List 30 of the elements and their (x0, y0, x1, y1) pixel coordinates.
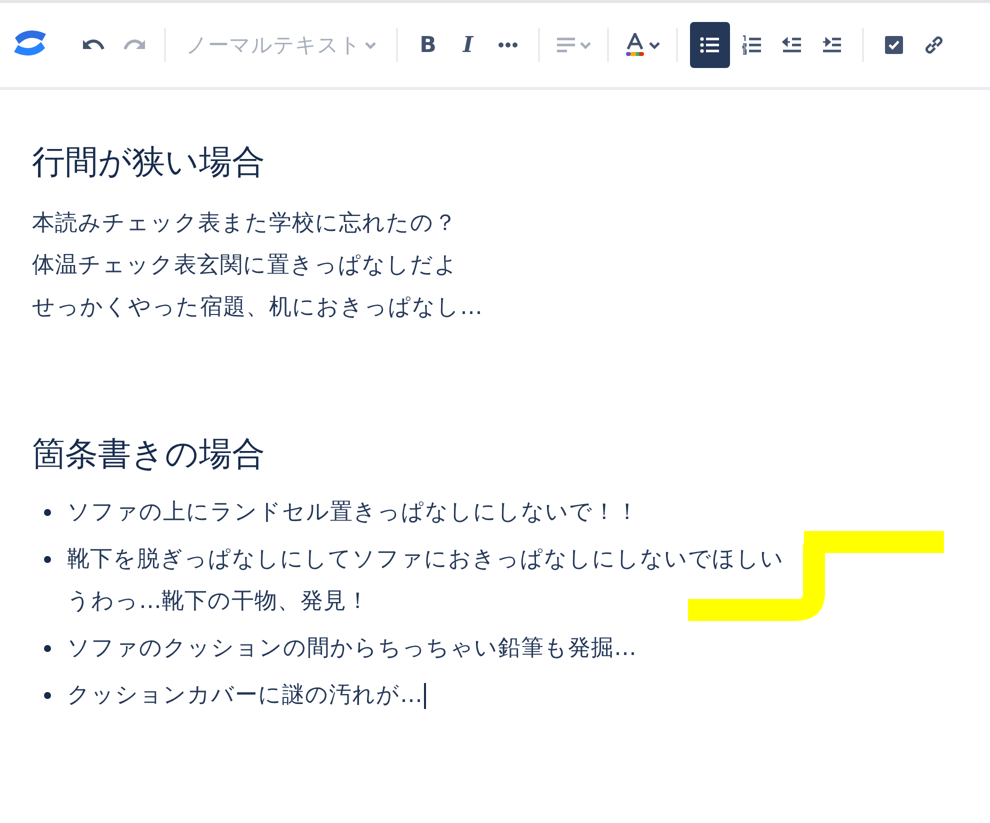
bullet-list-icon (700, 37, 720, 53)
list-item-text: ソファのクッションの間からちっちゃい鉛筆も発掘… (67, 634, 636, 663)
indent-icon (822, 37, 842, 53)
list-item-text: ソファの上にランドセル置きっぱなしにしないで！！ (67, 498, 639, 527)
italic-button[interactable]: I (450, 22, 486, 68)
bullet-list-button[interactable] (690, 22, 730, 68)
heading: 行間が狭い場合 (32, 142, 265, 182)
text-line: 体温チェック表玄関に置きっぱなしだよ (32, 251, 458, 280)
list-item-text: 靴下を脱ぎっぱなしにしてソファにおきっぱなしにしないでほしい (67, 545, 784, 574)
bullet-icon (44, 645, 51, 652)
link-icon (923, 34, 945, 56)
text-line: せっかくやった宿題、机におきっぱなし… (32, 293, 482, 322)
text-cursor (424, 682, 426, 709)
align-left-icon (556, 37, 576, 53)
chevron-down-icon (649, 42, 660, 48)
text-line: 本読みチェック表また学校に忘れたの？ (32, 209, 457, 238)
list-item-text: うわっ…靴下の干物、発見！ (67, 587, 370, 616)
bullet-icon (44, 509, 51, 516)
bullet-icon (44, 692, 51, 699)
chevron-down-icon (365, 42, 376, 48)
bold-button[interactable]: B (410, 22, 446, 68)
text-color-icon (625, 33, 645, 57)
chevron-down-icon (580, 42, 591, 48)
bullet-icon (44, 556, 51, 563)
list-item-text: クッションカバーに謎の汚れが… (67, 674, 426, 716)
heading: 箇条書きの場合 (32, 434, 265, 474)
outdent-icon (782, 37, 802, 53)
more-icon (498, 42, 518, 48)
checkbox-icon (885, 36, 903, 54)
numbered-list-icon (742, 35, 762, 55)
